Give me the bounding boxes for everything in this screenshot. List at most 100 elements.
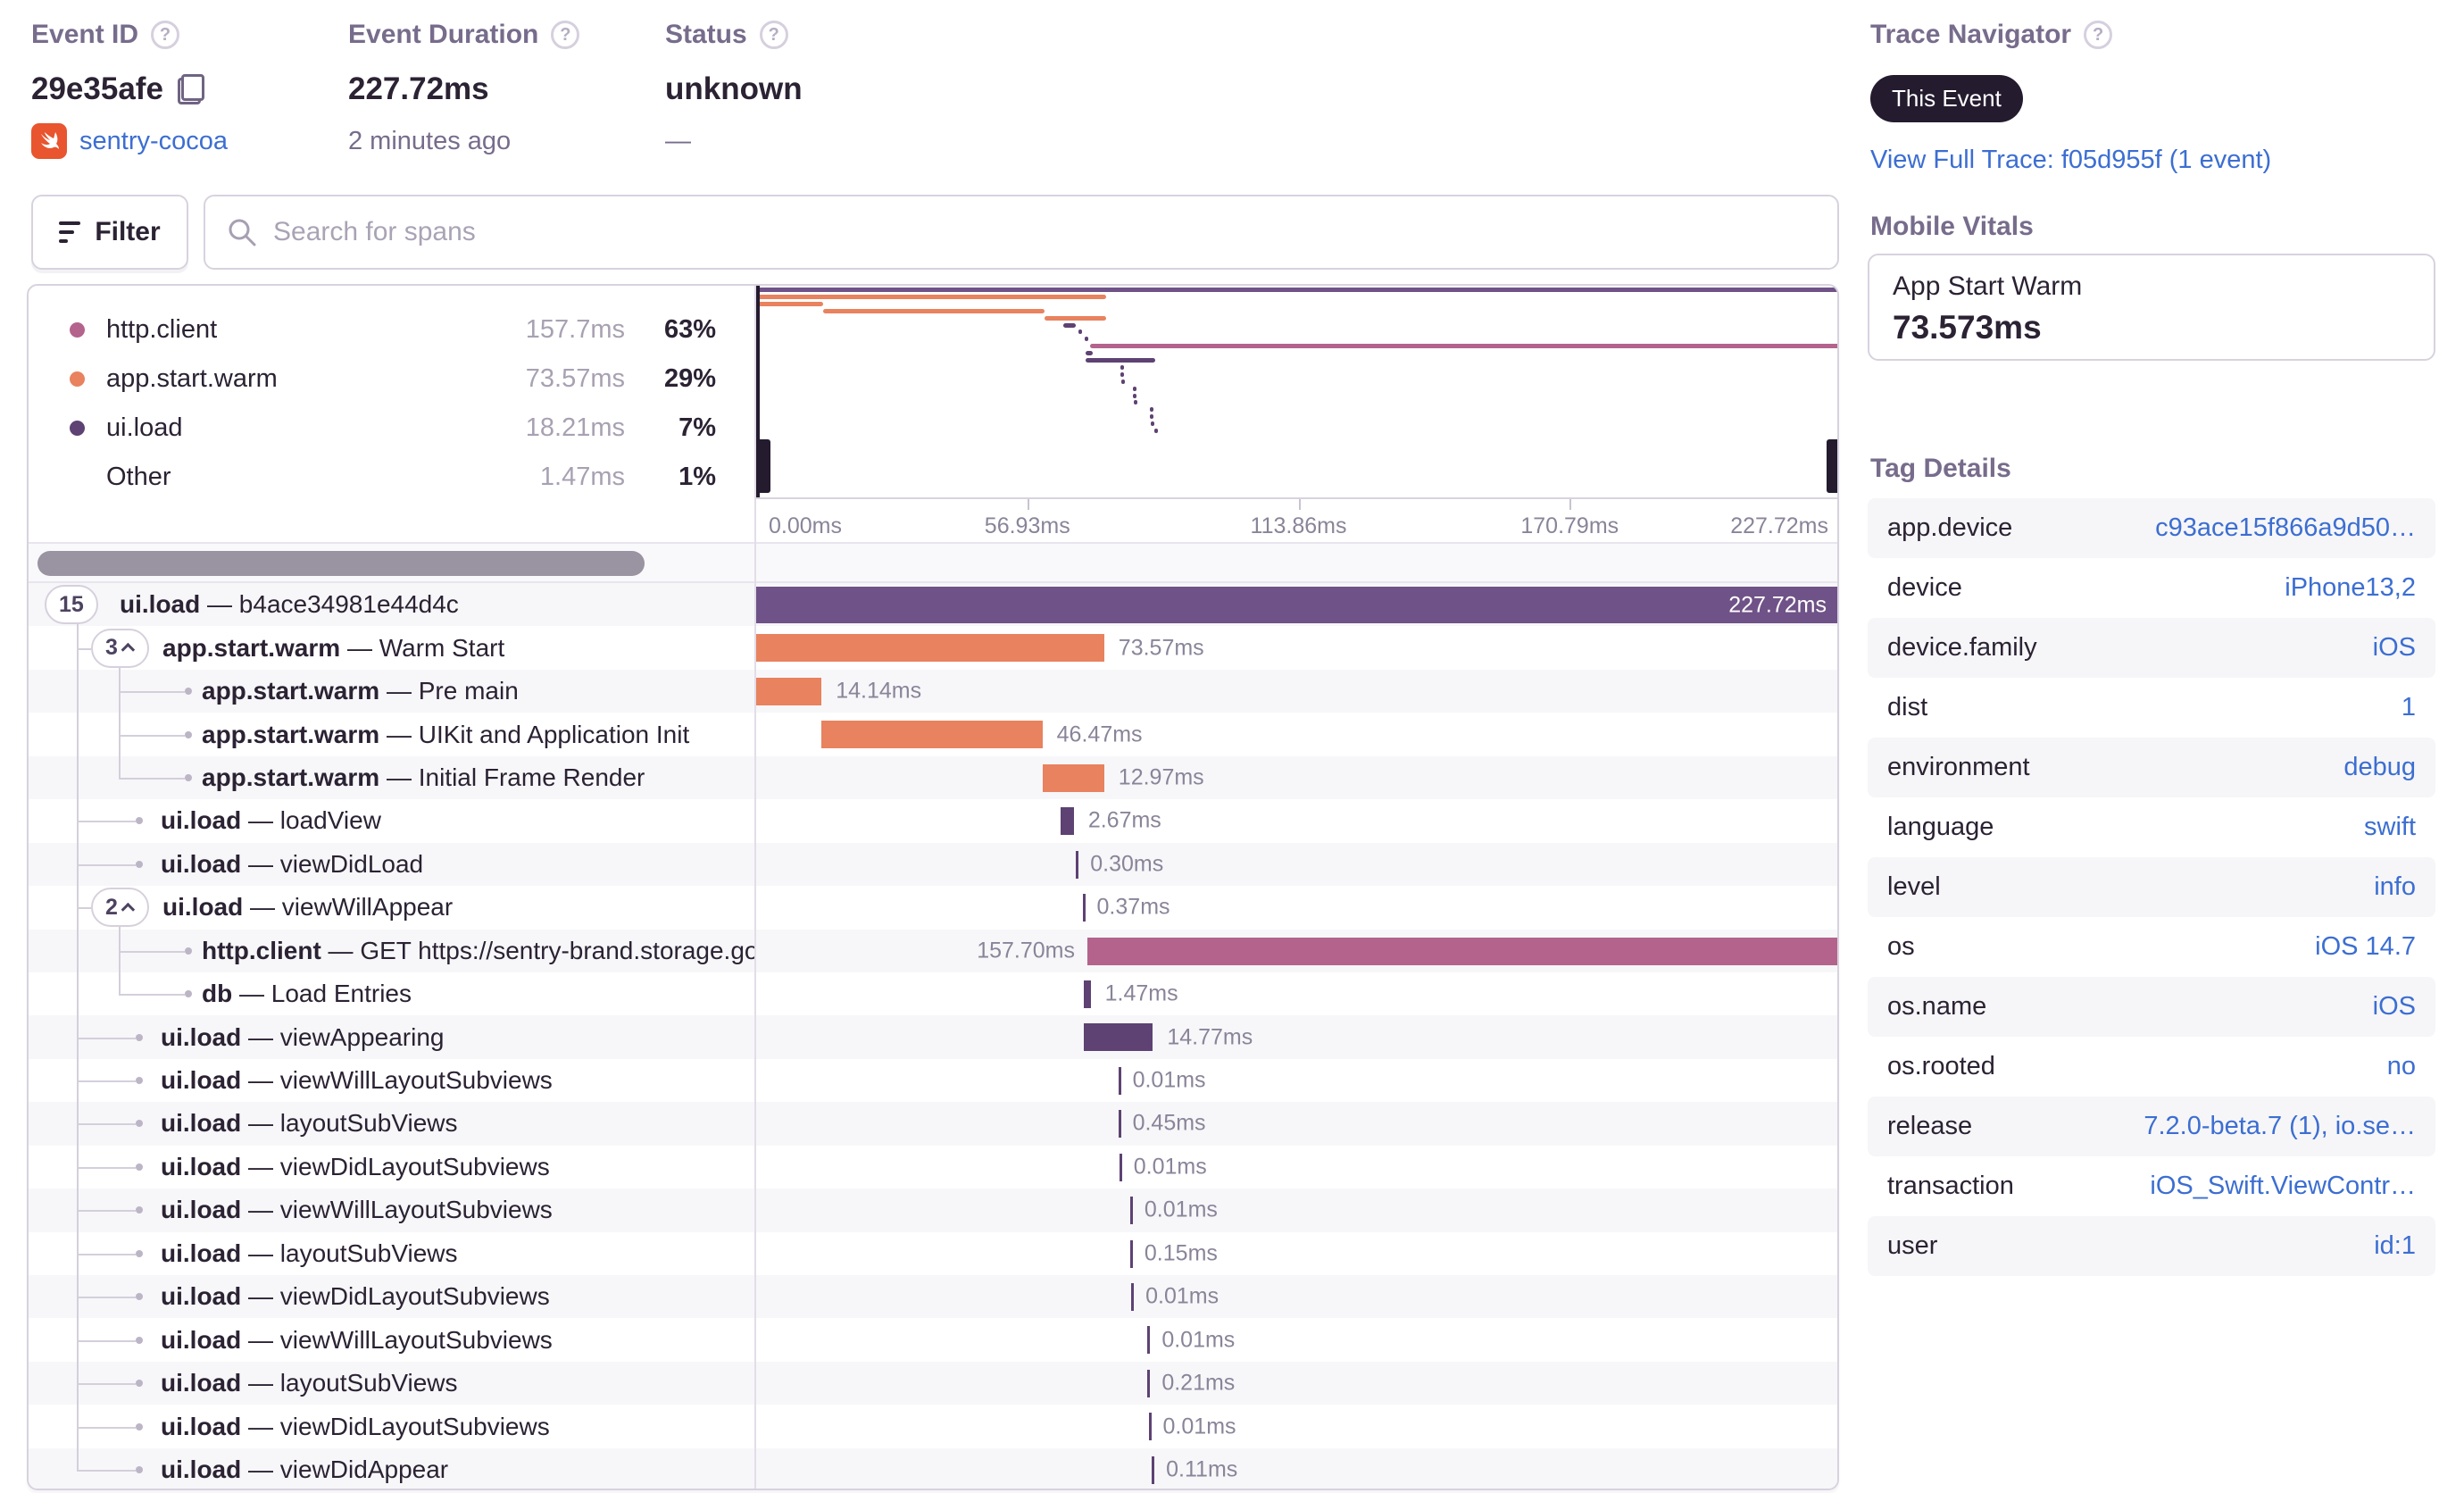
span-children-badge[interactable]: 2 <box>91 888 149 928</box>
scrollbar-thumb[interactable] <box>37 551 645 576</box>
span-duration-bar[interactable] <box>1152 1455 1155 1484</box>
span-description: ui.load — viewWillLayoutSubviews <box>161 1066 553 1095</box>
span-description: app.start.warm — Initial Frame Render <box>202 763 645 791</box>
minimap-right-handle[interactable] <box>1837 286 1839 497</box>
event-duration-value: 227.72ms <box>348 71 489 106</box>
trace-minimap[interactable] <box>756 286 1839 497</box>
trace-navigator-label: Trace Navigator <box>1870 20 2072 49</box>
tag-row: os.rooted no <box>1868 1037 2435 1097</box>
span-tree-row[interactable]: 2 ui.load — viewWillAppear 0.37ms <box>29 886 1837 929</box>
span-duration-bar[interactable] <box>1129 1197 1133 1225</box>
span-tree-row[interactable]: db — Load Entries 1.47ms <box>29 972 1837 1015</box>
span-duration-bar[interactable] <box>1147 1326 1151 1355</box>
project-link[interactable]: sentry-cocoa <box>79 127 228 156</box>
span-label-cell: 15 ui.load — b4ace34981e44d4c <box>29 583 754 626</box>
span-tree-row[interactable]: 3 app.start.warm — Warm Start 73.57ms <box>29 626 1837 669</box>
search-input[interactable] <box>273 217 1816 247</box>
span-tree-row[interactable]: ui.load — layoutSubViews 0.45ms <box>29 1102 1837 1146</box>
copy-icon[interactable] <box>177 74 204 104</box>
help-icon[interactable]: ? <box>2084 21 2113 49</box>
span-tree-row[interactable]: ui.load — layoutSubViews 0.15ms <box>29 1232 1837 1275</box>
span-duration-bar[interactable] <box>821 721 1043 749</box>
help-icon[interactable]: ? <box>551 21 580 49</box>
span-duration-bar[interactable] <box>1083 980 1091 1008</box>
span-description: ui.load — viewDidLayoutSubviews <box>161 1412 550 1440</box>
span-tree-row[interactable]: app.start.warm — UIKit and Application I… <box>29 713 1837 755</box>
tag-value-link[interactable]: iOS <box>2373 992 2416 1022</box>
span-tree-row[interactable]: ui.load — viewWillLayoutSubviews 0.01ms <box>29 1189 1837 1232</box>
span-children-badge[interactable]: 3 <box>91 628 149 668</box>
view-full-trace-link[interactable]: View Full Trace: f05d955f (1 event) <box>1870 146 2271 175</box>
span-duration-bar[interactable] <box>1061 807 1074 836</box>
minimap-right-grip[interactable] <box>1827 439 1837 493</box>
span-duration-bar[interactable] <box>754 677 822 705</box>
tag-value-link[interactable]: iOS 14.7 <box>2315 932 2416 962</box>
span-bar-cell: 73.57ms <box>754 626 1837 669</box>
tag-value-link[interactable]: id:1 <box>2374 1231 2416 1261</box>
tag-value-link[interactable]: iOS_Swift.ViewContr… <box>2150 1172 2416 1201</box>
span-tree-row[interactable]: ui.load — viewDidLayoutSubviews 0.01ms <box>29 1275 1837 1319</box>
tag-key: user <box>1887 1231 1938 1260</box>
span-tree-row[interactable]: app.start.warm — Pre main 14.14ms <box>29 669 1837 713</box>
span-label-cell: 2 ui.load — viewWillAppear <box>29 886 754 929</box>
span-duration-bar[interactable] <box>1083 1023 1153 1052</box>
legend-item: app.start.warm 73.57ms 29% <box>29 354 754 404</box>
span-duration-bar[interactable] <box>1148 1413 1152 1441</box>
help-icon[interactable]: ? <box>759 21 788 49</box>
span-duration-bar[interactable] <box>1042 763 1104 792</box>
span-duration-bar[interactable] <box>1118 1066 1121 1095</box>
span-tree-row[interactable]: http.client — GET https://sentry-brand.s… <box>29 929 1837 972</box>
span-duration-bar[interactable] <box>1119 1153 1122 1181</box>
tree-connector <box>77 1383 136 1386</box>
span-tree-row[interactable]: ui.load — loadView 2.67ms <box>29 799 1837 842</box>
span-duration-bar[interactable] <box>1129 1239 1133 1268</box>
tag-value-link[interactable]: iOS <box>2373 633 2416 663</box>
tag-key: app.device <box>1887 513 2013 542</box>
span-duration-bar[interactable]: 227.72ms <box>754 587 1837 623</box>
tree-connector <box>77 907 91 910</box>
span-tree-row[interactable]: ui.load — layoutSubViews 0.21ms <box>29 1361 1837 1405</box>
tag-value-link[interactable]: swift <box>2364 813 2416 842</box>
span-tree-row[interactable]: ui.load — viewDidLayoutSubviews 0.01ms <box>29 1146 1837 1189</box>
tag-value-link[interactable]: iPhone13,2 <box>2285 573 2416 603</box>
span-duration-label: 1.47ms <box>1104 980 1178 1006</box>
minimap-left-grip[interactable] <box>756 439 770 493</box>
tag-value-link[interactable]: 1 <box>2402 693 2416 722</box>
event-duration-label: Event Duration <box>348 20 539 49</box>
span-bar-cell: 14.77ms <box>754 1015 1837 1058</box>
span-tree-row[interactable]: ui.load — viewDidLoad 0.30ms <box>29 842 1837 887</box>
span-duration-bar[interactable] <box>1076 850 1079 879</box>
span-tree-row[interactable]: ui.load — viewAppearing 14.77ms <box>29 1015 1837 1059</box>
tag-value-link[interactable]: info <box>2374 872 2416 902</box>
legend-duration: 157.7ms <box>525 315 625 344</box>
span-tree-row[interactable]: ui.load — viewWillLayoutSubviews 0.01ms <box>29 1318 1837 1361</box>
tree-connector-dot <box>185 688 192 696</box>
span-duration-bar[interactable] <box>1118 1110 1121 1139</box>
tag-value-link[interactable]: 7.2.0-beta.7 (1), io.se… <box>2144 1112 2416 1141</box>
span-bar-cell: 0.01ms <box>754 1146 1837 1189</box>
tree-connector <box>77 1297 136 1299</box>
span-description: http.client — GET https://sentry-brand.s… <box>202 936 754 964</box>
help-icon[interactable]: ? <box>151 21 180 49</box>
search-icon <box>229 219 256 246</box>
filter-button[interactable]: Filter <box>31 195 188 270</box>
span-duration-bar[interactable] <box>1082 894 1086 922</box>
tag-value-link[interactable]: debug <box>2343 753 2416 782</box>
tag-value-link[interactable]: c93ace15f866a9d50… <box>2155 513 2416 543</box>
span-tree-row[interactable]: ui.load — viewWillLayoutSubviews 0.01ms <box>29 1059 1837 1102</box>
span-children-badge[interactable]: 15 <box>45 585 98 625</box>
span-duration-bar[interactable] <box>1131 1283 1135 1311</box>
span-bar-cell: 1.47ms <box>754 972 1837 1015</box>
span-duration-label: 0.01ms <box>1144 1197 1218 1222</box>
tree-connector <box>77 863 136 866</box>
span-tree-row[interactable]: ui.load — viewDidLayoutSubviews 0.01ms <box>29 1405 1837 1447</box>
span-tree-row[interactable]: 15 ui.load — b4ace34981e44d4c 227.72ms <box>29 583 1837 627</box>
tag-row: release 7.2.0-beta.7 (1), io.se… <box>1868 1097 2435 1156</box>
span-bar-cell: 157.70ms <box>754 930 1837 972</box>
span-tree-row[interactable]: ui.load — viewDidAppear 0.11ms <box>29 1447 1837 1489</box>
span-duration-bar[interactable] <box>1147 1369 1151 1397</box>
span-duration-bar[interactable] <box>1086 937 1837 965</box>
span-duration-bar[interactable] <box>754 634 1104 663</box>
tag-value-link[interactable]: no <box>2387 1052 2416 1081</box>
span-tree-row[interactable]: app.start.warm — Initial Frame Render 12.… <box>29 755 1837 800</box>
